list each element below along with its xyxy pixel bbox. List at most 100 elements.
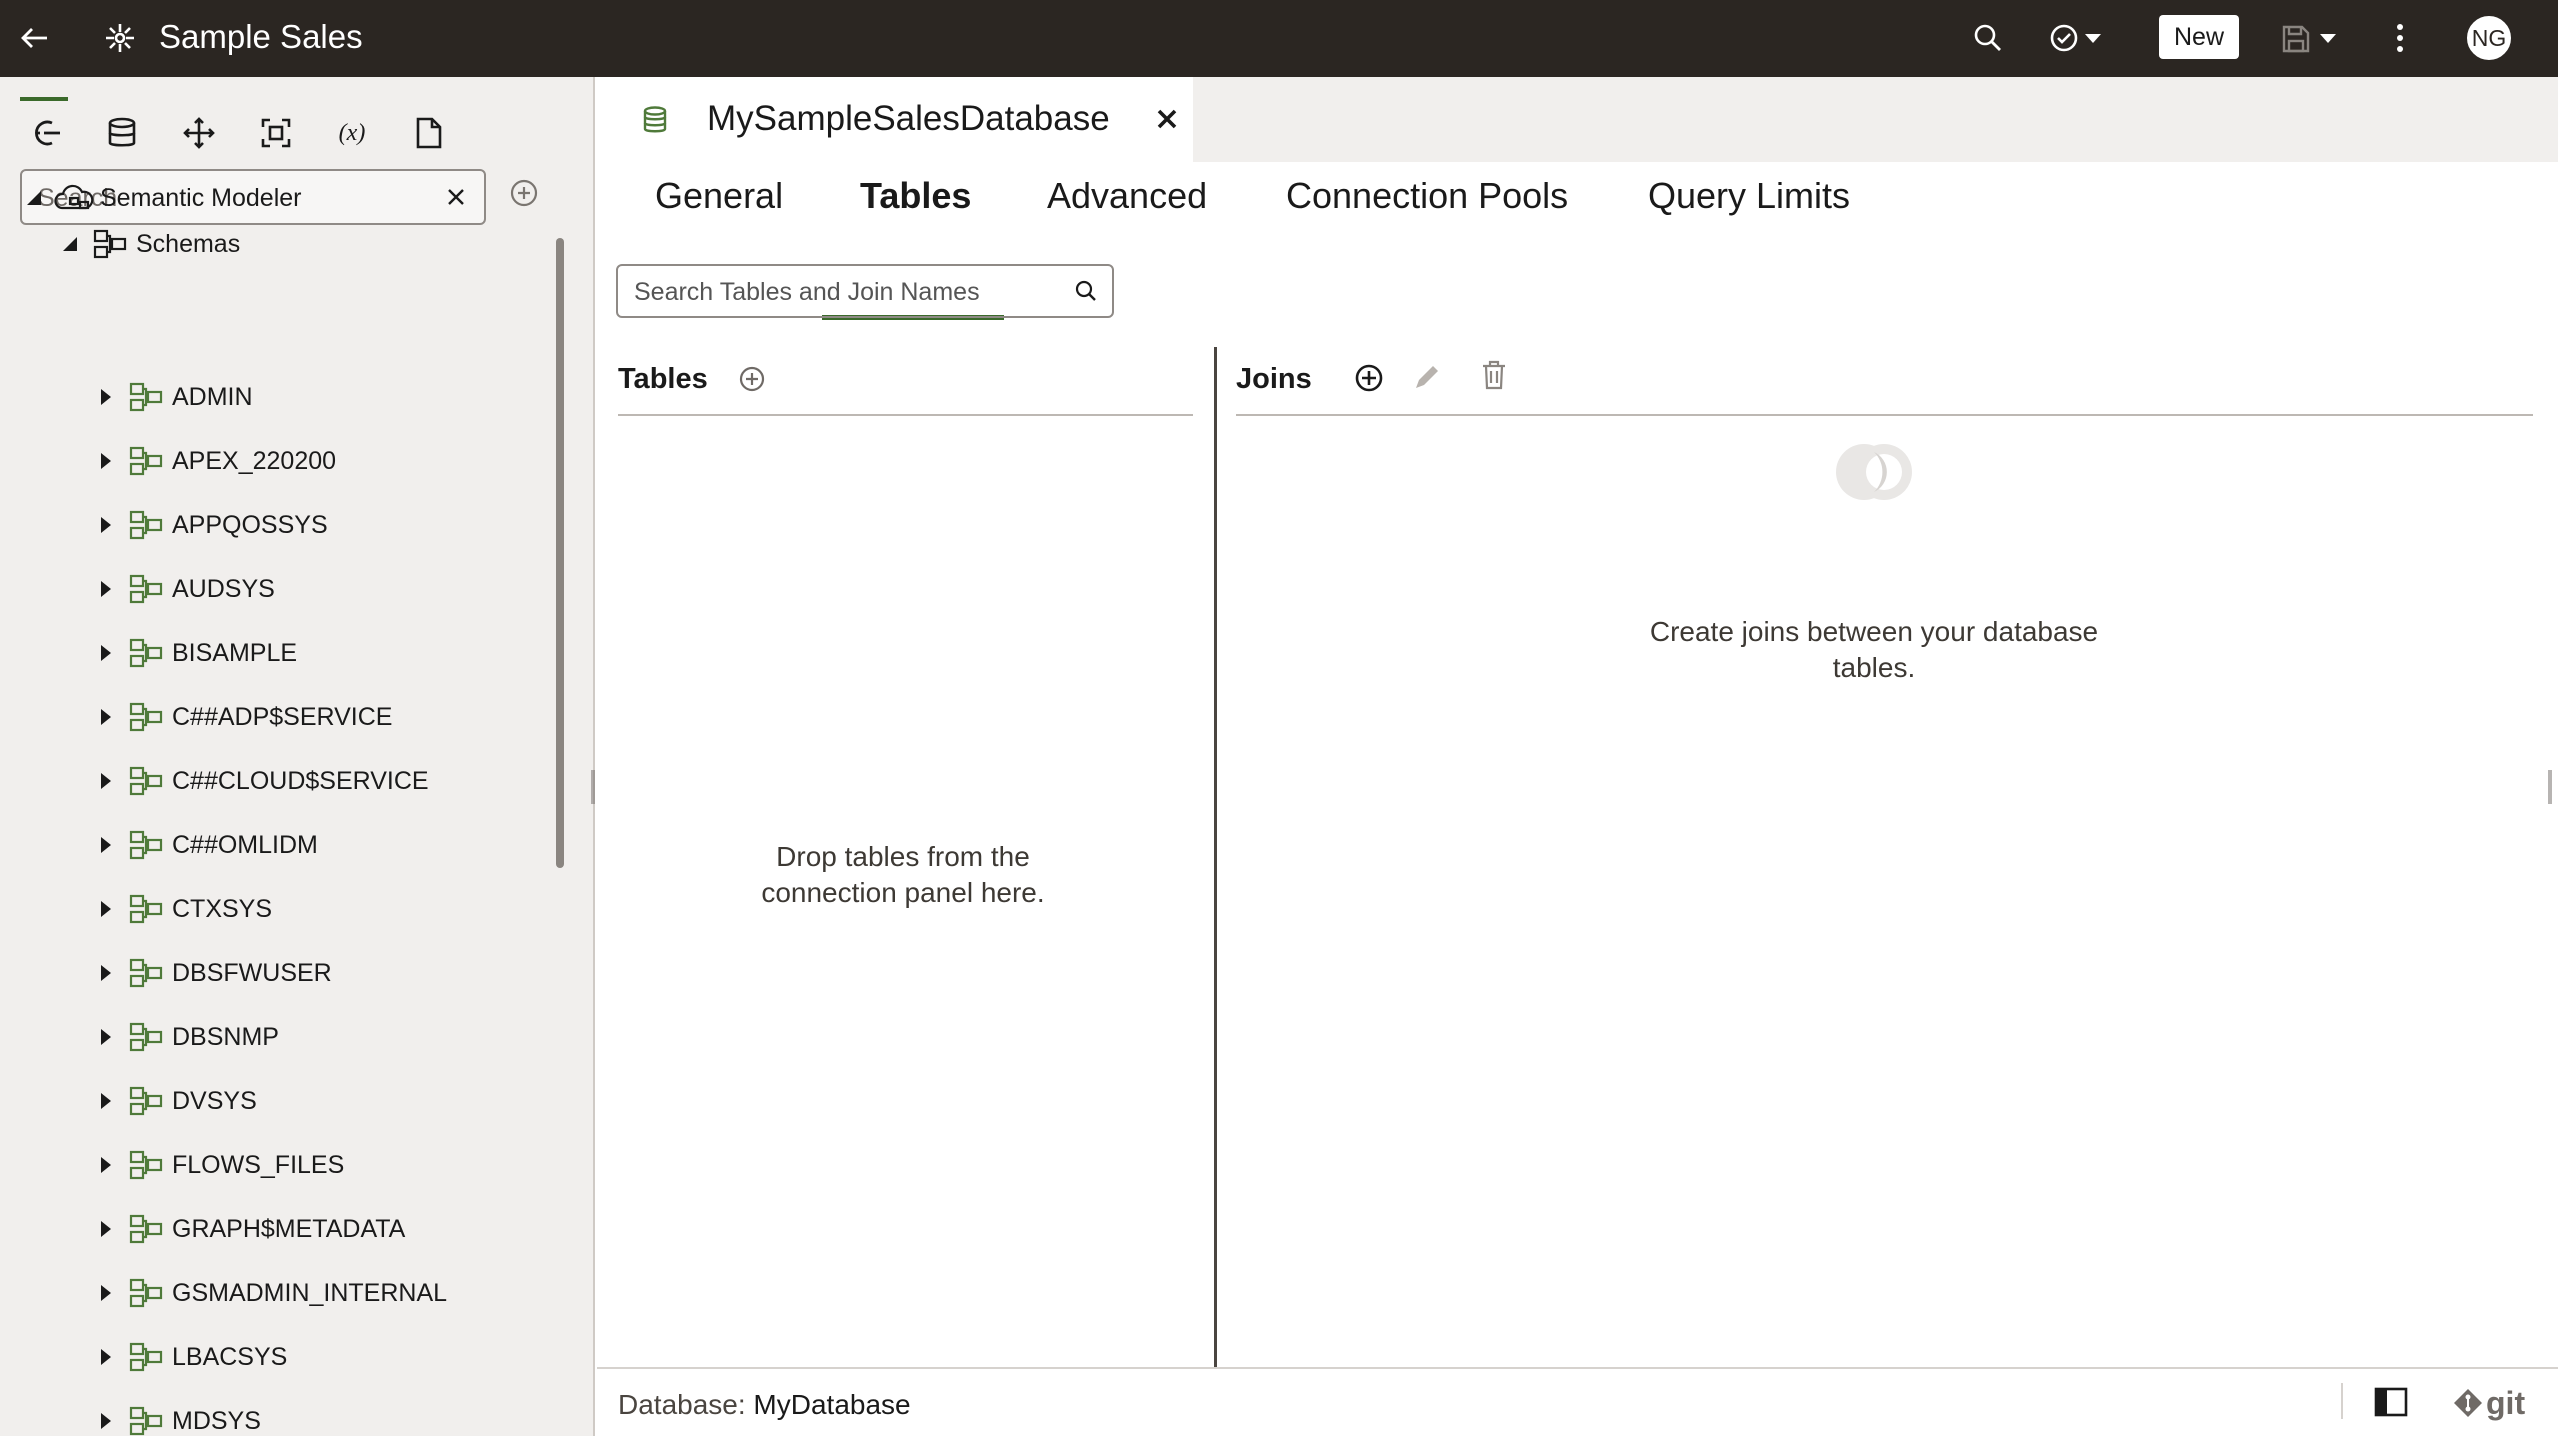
expand-arrow-icon[interactable]	[94, 833, 118, 857]
model-tab-icon[interactable]	[171, 107, 227, 159]
expand-arrow-icon[interactable]	[94, 1281, 118, 1305]
expand-arrow-icon[interactable]	[94, 385, 118, 409]
tree-item-label: C##OMLIDM	[172, 830, 318, 859]
tree-item-label: GSMADMIN_INTERNAL	[172, 1278, 448, 1307]
joins-section-title: Joins	[1236, 363, 1312, 395]
joins-header-divider	[1236, 414, 2533, 416]
save-menu-button[interactable]	[2276, 18, 2346, 58]
status-separator	[2341, 1383, 2343, 1419]
tree-item-schema[interactable]: MDSYS	[94, 1401, 261, 1436]
git-icon	[2454, 1389, 2482, 1417]
expand-arrow-icon[interactable]	[94, 449, 118, 473]
tab-tables[interactable]: Tables	[860, 175, 971, 235]
tree-item-label: DBSNMP	[172, 1022, 279, 1051]
tables-header-divider	[618, 414, 1193, 416]
tree-item-label: Semantic Modeler	[100, 183, 302, 212]
expand-arrow-icon[interactable]	[94, 769, 118, 793]
tree-item-schema[interactable]: AUDSYS	[94, 569, 275, 609]
document-tab-icon[interactable]	[401, 107, 457, 159]
tab-connection-pools[interactable]: Connection Pools	[1286, 175, 1568, 235]
tables-search-input[interactable]	[618, 266, 1076, 318]
user-avatar[interactable]: NG	[2465, 14, 2513, 62]
collapse-arrow-icon[interactable]	[22, 186, 46, 210]
add-connection-icon[interactable]	[508, 177, 540, 209]
add-join-icon[interactable]	[1351, 360, 1387, 396]
expand-arrow-icon[interactable]	[94, 705, 118, 729]
tree-item-schema[interactable]: FLOWS_FILES	[94, 1145, 344, 1185]
expand-arrow-icon[interactable]	[94, 897, 118, 921]
expand-arrow-icon[interactable]	[94, 1153, 118, 1177]
edit-join-icon[interactable]	[1409, 359, 1445, 395]
tree-item-schema[interactable]: GRAPH$METADATA	[94, 1209, 405, 1249]
expand-arrow-icon[interactable]	[94, 1409, 118, 1433]
editor-area: MySampleSalesDatabase General Tables Adv…	[597, 77, 2558, 1438]
tree-item-schema[interactable]: GSMADMIN_INTERNAL	[94, 1273, 447, 1313]
tree-item-schema[interactable]: CTXSYS	[94, 889, 272, 929]
search-icon[interactable]	[1968, 18, 2008, 58]
tree-item-label: C##ADP$SERVICE	[172, 702, 393, 731]
presentation-tab-icon[interactable]	[248, 107, 304, 159]
collapse-arrow-icon[interactable]	[58, 232, 82, 256]
tree-item-schema[interactable]: C##ADP$SERVICE	[94, 697, 392, 737]
tree-item-schema[interactable]: BISAMPLE	[94, 633, 297, 673]
tree-item-semantic-modeler[interactable]: Semantic Modeler	[22, 178, 301, 218]
git-label: git	[2486, 1385, 2526, 1421]
database-status: Database: MyDatabase	[618, 1389, 911, 1421]
database-tab-icon[interactable]	[94, 107, 150, 159]
more-options-icon[interactable]	[2380, 18, 2420, 58]
svg-text:(x): (x)	[339, 120, 366, 146]
schema-icon	[126, 635, 166, 671]
expand-arrow-icon[interactable]	[94, 577, 118, 601]
tree-item-schema[interactable]: DBSFWUSER	[94, 953, 332, 993]
clear-search-icon[interactable]	[442, 183, 470, 211]
panel-toggle-icon[interactable]	[2374, 1386, 2410, 1418]
expand-arrow-icon[interactable]	[94, 641, 118, 665]
left-panel-scrollbar[interactable]	[556, 238, 564, 868]
active-tab-indicator	[20, 97, 68, 101]
expand-arrow-icon[interactable]	[94, 513, 118, 537]
variables-tab-icon[interactable]: (x)	[324, 107, 380, 159]
tree-item-schema[interactable]: APPQOSSYS	[94, 505, 328, 545]
right-panel-resize-handle[interactable]	[2548, 770, 2552, 804]
back-arrow-icon[interactable]	[14, 18, 54, 58]
tree-item-schemas[interactable]: Schemas	[58, 224, 240, 264]
search-icon[interactable]	[1074, 279, 1098, 308]
delete-join-icon[interactable]	[1476, 357, 1512, 393]
schema-icon	[126, 699, 166, 735]
close-tab-icon[interactable]	[1153, 105, 1181, 133]
new-button[interactable]: New	[2159, 15, 2239, 59]
schema-icon	[126, 1403, 166, 1436]
expand-arrow-icon[interactable]	[94, 1025, 118, 1049]
expand-arrow-icon[interactable]	[94, 1345, 118, 1369]
cloud-model-icon	[54, 180, 94, 216]
left-panel-resize-handle[interactable]	[591, 770, 595, 804]
expand-arrow-icon[interactable]	[94, 1217, 118, 1241]
connections-tab-icon[interactable]	[16, 107, 72, 159]
section-divider[interactable]	[1214, 347, 1217, 1369]
tree-item-label: DVSYS	[172, 1086, 257, 1115]
tree-item-schema[interactable]: ADMIN	[94, 377, 253, 417]
git-button[interactable]: git	[2452, 1383, 2534, 1423]
tree-item-schema[interactable]: C##CLOUD$SERVICE	[94, 761, 429, 801]
tree-item-label: Schemas	[136, 229, 241, 258]
expand-arrow-icon[interactable]	[94, 961, 118, 985]
semantic-model-icon	[100, 18, 140, 58]
schema-icon	[126, 1339, 166, 1375]
document-tab[interactable]: MySampleSalesDatabase	[597, 77, 1193, 162]
tab-general[interactable]: General	[655, 175, 783, 235]
tree-item-schema[interactable]: DBSNMP	[94, 1017, 279, 1057]
tree-item-label: ADMIN	[172, 382, 253, 411]
tree-item-schema[interactable]: DVSYS	[94, 1081, 257, 1121]
tree-item-schema[interactable]: LBACSYS	[94, 1337, 287, 1377]
tree-item-schema[interactable]: C##OMLIDM	[94, 825, 318, 865]
tree-item-label: AUDSYS	[172, 574, 275, 603]
tab-advanced[interactable]: Advanced	[1047, 175, 1207, 235]
validate-menu-button[interactable]	[2046, 18, 2110, 58]
expand-arrow-icon[interactable]	[94, 1089, 118, 1113]
add-table-icon[interactable]	[734, 361, 770, 397]
tree-item-schema[interactable]: APEX_220200	[94, 441, 336, 481]
schema-icon	[126, 1019, 166, 1055]
schema-icon	[126, 955, 166, 991]
status-bar: Database: MyDatabase git	[597, 1367, 2558, 1438]
tab-query-limits[interactable]: Query Limits	[1648, 175, 1850, 235]
